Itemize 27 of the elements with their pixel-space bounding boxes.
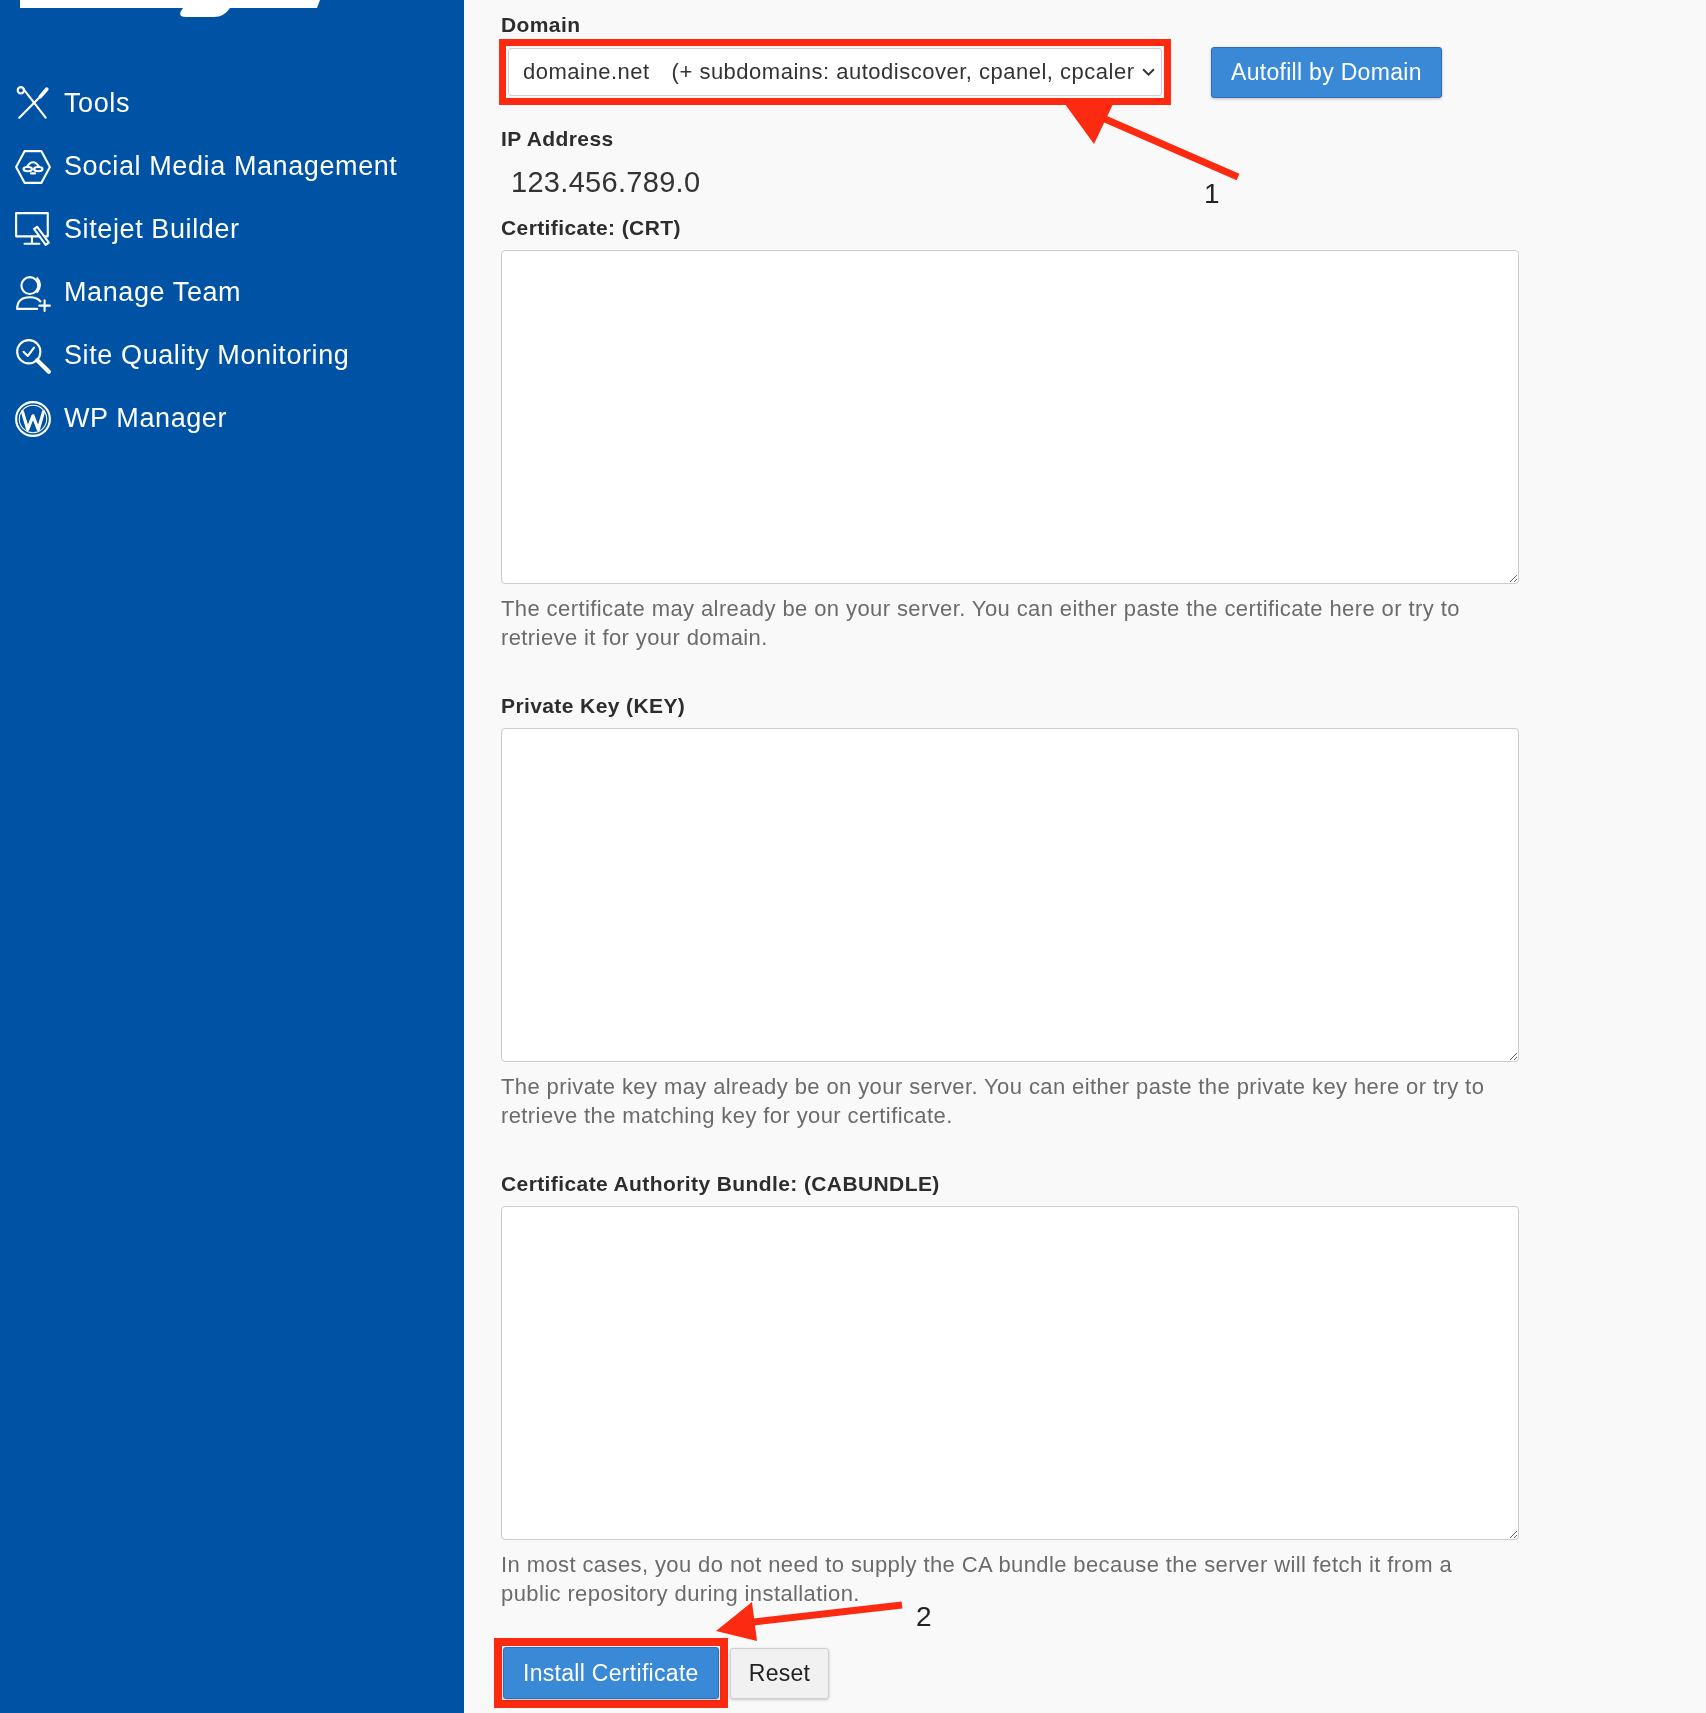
- certificate-field[interactable]: [501, 250, 1519, 584]
- help-text: The private key may already be on your server. You can either paste the private key here or try to retrieve the matching key for your certificate.: [501, 1073, 1486, 1130]
- sidebar-item[interactable]: Sitejet Builder: [0, 198, 240, 261]
- install-button[interactable]: Install Certificate: [503, 1647, 719, 1699]
- monitor-pencil-icon: [14, 210, 52, 249]
- sidebar-item[interactable]: Social Media Management: [0, 135, 398, 198]
- private-key-field[interactable]: [501, 728, 1519, 1062]
- field-label: IP Address: [501, 126, 614, 152]
- autofill-button[interactable]: Autofill by Domain: [1211, 46, 1442, 98]
- field-label: Domain: [501, 12, 581, 38]
- hexagon-icon: [14, 147, 52, 186]
- callout-number: 1: [1204, 178, 1220, 210]
- field-label: Private Key (KEY): [501, 693, 686, 719]
- sidebar-item[interactable]: Tools: [0, 72, 131, 135]
- field-label: Certificate: (CRT): [501, 215, 681, 241]
- sidebar-item[interactable]: Site Quality Monitoring: [0, 324, 350, 387]
- field-label: Certificate Authority Bundle: (CABUNDLE): [501, 1171, 940, 1197]
- sidebar-item[interactable]: Manage Team: [0, 261, 242, 324]
- ip-address-text: 123.456.789.0: [511, 165, 701, 200]
- reset-button[interactable]: Reset: [729, 1647, 830, 1699]
- help-text: The certificate may already be on your server. You can either paste the certificate here or try to retrieve it for your domain.: [501, 595, 1461, 652]
- sidebar-item[interactable]: WP Manager: [0, 387, 228, 450]
- ca-bundle-field[interactable]: [501, 1206, 1519, 1540]
- search-check-icon: [14, 336, 52, 375]
- user-plus-icon: [14, 273, 52, 312]
- wordpress-logo-icon: [14, 399, 52, 438]
- domain-select[interactable]: domaine.net (+ subdomains: autodiscover, cpanel, cpcaler: [508, 48, 1162, 96]
